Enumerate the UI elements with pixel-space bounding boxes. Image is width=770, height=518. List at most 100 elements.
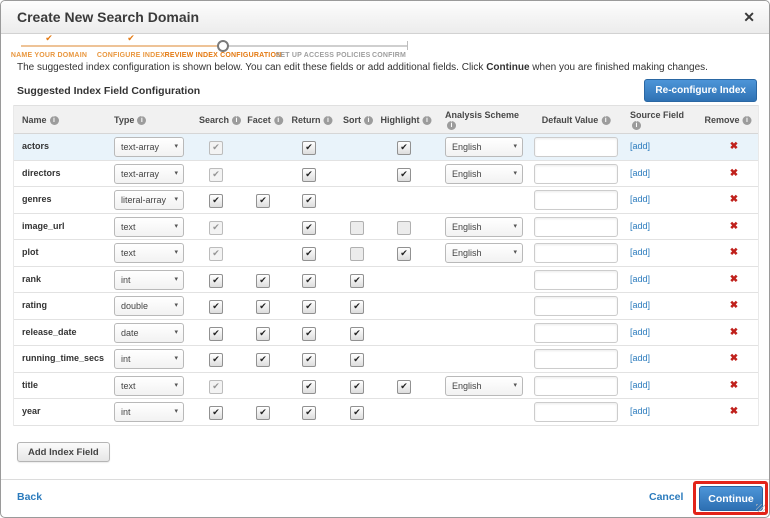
- return-checkbox[interactable]: ✔: [302, 220, 316, 235]
- continue-button[interactable]: Continue: [699, 486, 763, 511]
- type-select[interactable]: text ▾: [114, 216, 184, 237]
- search-checkbox[interactable]: ✔: [209, 353, 223, 367]
- cancel-link[interactable]: Cancel: [649, 491, 683, 503]
- default-value-input[interactable]: [534, 163, 618, 184]
- remove-field-icon[interactable]: ✖: [730, 373, 738, 398]
- remove-field-icon[interactable]: ✖: [730, 320, 738, 345]
- source-field-add-link[interactable]: [add]: [630, 293, 650, 318]
- return-checkbox[interactable]: ✔: [302, 300, 316, 314]
- back-link[interactable]: Back: [17, 491, 42, 503]
- sort-checkbox[interactable]: [350, 247, 364, 261]
- intro-text-after: when you are finished making changes.: [529, 62, 708, 73]
- search-checkbox[interactable]: ✔: [209, 300, 223, 314]
- resize-grip-icon[interactable]: [756, 504, 767, 515]
- return-checkbox[interactable]: ✔: [302, 353, 316, 367]
- return-checkbox[interactable]: ✔: [302, 167, 316, 182]
- close-icon[interactable]: ✕: [743, 1, 755, 33]
- type-select[interactable]: text-array ▾: [114, 163, 184, 184]
- type-select[interactable]: text-array ▾: [114, 137, 184, 157]
- remove-field-icon[interactable]: ✖: [730, 399, 738, 424]
- analysis-scheme-select[interactable]: English ▾: [445, 216, 523, 237]
- search-checkbox[interactable]: ✔: [209, 326, 223, 341]
- return-checkbox[interactable]: ✔: [302, 406, 316, 420]
- highlight-checkbox[interactable]: ✔: [397, 167, 411, 182]
- return-checkbox[interactable]: ✔: [302, 326, 316, 341]
- default-value-input[interactable]: [534, 296, 618, 316]
- remove-field-icon[interactable]: ✖: [730, 293, 738, 318]
- source-field-add-link[interactable]: [add]: [630, 346, 650, 371]
- analysis-scheme-select[interactable]: English ▾: [445, 137, 523, 157]
- default-value-input[interactable]: [534, 137, 618, 157]
- highlight-checkbox[interactable]: [397, 220, 411, 235]
- sort-checkbox[interactable]: ✔: [350, 326, 364, 341]
- remove-field-icon[interactable]: ✖: [730, 346, 738, 371]
- default-value-input[interactable]: [534, 402, 618, 422]
- type-select[interactable]: int ▾: [114, 269, 184, 290]
- source-field-add-link[interactable]: [add]: [630, 240, 650, 265]
- source-field-add-link[interactable]: [add]: [630, 161, 650, 186]
- remove-field-icon[interactable]: ✖: [730, 187, 738, 212]
- sort-checkbox[interactable]: [350, 220, 364, 235]
- table-header-row: Name i Type i Search i Facet i Return i Sort i Highl…: [14, 105, 758, 134]
- search-checkbox[interactable]: ✔: [209, 273, 223, 288]
- analysis-scheme-select[interactable]: English ▾: [445, 375, 523, 396]
- default-value-input[interactable]: [534, 375, 618, 396]
- facet-checkbox[interactable]: ✔: [256, 300, 270, 314]
- sort-checkbox[interactable]: ✔: [350, 406, 364, 420]
- column-label: Search: [198, 115, 230, 125]
- sort-checkbox[interactable]: ✔: [350, 379, 364, 394]
- sort-checkbox[interactable]: ✔: [350, 300, 364, 314]
- default-value-input[interactable]: [534, 269, 618, 290]
- facet-checkbox[interactable]: ✔: [256, 194, 270, 208]
- chevron-down-icon: ▾: [513, 381, 517, 389]
- source-field-add-link[interactable]: [add]: [630, 134, 650, 159]
- default-value-input[interactable]: [534, 322, 618, 343]
- chevron-down-icon: ▾: [174, 355, 178, 362]
- default-value-input[interactable]: [534, 243, 618, 263]
- default-value-input[interactable]: [534, 349, 618, 369]
- default-value-input[interactable]: [534, 216, 618, 237]
- remove-field-icon[interactable]: ✖: [730, 134, 738, 159]
- facet-checkbox[interactable]: ✔: [256, 406, 270, 420]
- search-checkbox[interactable]: ✔: [209, 194, 223, 208]
- chevron-down-icon: ▾: [174, 302, 178, 309]
- type-select[interactable]: date ▾: [114, 322, 184, 343]
- return-checkbox[interactable]: ✔: [302, 379, 316, 394]
- remove-field-icon[interactable]: ✖: [730, 214, 738, 239]
- source-field-add-link[interactable]: [add]: [630, 373, 650, 398]
- search-checkbox[interactable]: ✔: [209, 406, 223, 420]
- sort-checkbox[interactable]: ✔: [350, 273, 364, 288]
- source-field-add-link[interactable]: [add]: [630, 214, 650, 239]
- remove-field-icon[interactable]: ✖: [730, 161, 738, 186]
- type-select[interactable]: literal-array ▾: [114, 190, 184, 210]
- return-checkbox[interactable]: ✔: [302, 247, 316, 261]
- return-checkbox[interactable]: ✔: [302, 141, 316, 155]
- remove-field-icon[interactable]: ✖: [730, 267, 738, 292]
- source-field-add-link[interactable]: [add]: [630, 187, 650, 212]
- source-field-add-link[interactable]: [add]: [630, 267, 650, 292]
- type-select[interactable]: int ▾: [114, 349, 184, 369]
- remove-field-icon[interactable]: ✖: [730, 240, 738, 265]
- column-label: Source Field: [630, 110, 685, 120]
- selected-option-label: int: [121, 407, 131, 417]
- highlight-checkbox[interactable]: ✔: [397, 141, 411, 155]
- type-select[interactable]: int ▾: [114, 402, 184, 422]
- facet-checkbox[interactable]: ✔: [256, 353, 270, 367]
- type-select[interactable]: double ▾: [114, 296, 184, 316]
- default-value-input[interactable]: [534, 190, 618, 210]
- sort-checkbox[interactable]: ✔: [350, 353, 364, 367]
- analysis-scheme-select[interactable]: English ▾: [445, 243, 523, 263]
- type-select[interactable]: text ▾: [114, 375, 184, 396]
- add-index-field-button[interactable]: Add Index Field: [17, 442, 110, 462]
- source-field-add-link[interactable]: [add]: [630, 320, 650, 345]
- analysis-scheme-select[interactable]: English ▾: [445, 163, 523, 184]
- source-field-add-link[interactable]: [add]: [630, 399, 650, 424]
- highlight-checkbox[interactable]: ✔: [397, 379, 411, 394]
- type-select[interactable]: text ▾: [114, 243, 184, 263]
- reconfigure-index-button[interactable]: Re-configure Index: [644, 79, 757, 102]
- highlight-checkbox[interactable]: ✔: [397, 247, 411, 261]
- return-checkbox[interactable]: ✔: [302, 273, 316, 288]
- facet-checkbox[interactable]: ✔: [256, 273, 270, 288]
- return-checkbox[interactable]: ✔: [302, 194, 316, 208]
- facet-checkbox[interactable]: ✔: [256, 326, 270, 341]
